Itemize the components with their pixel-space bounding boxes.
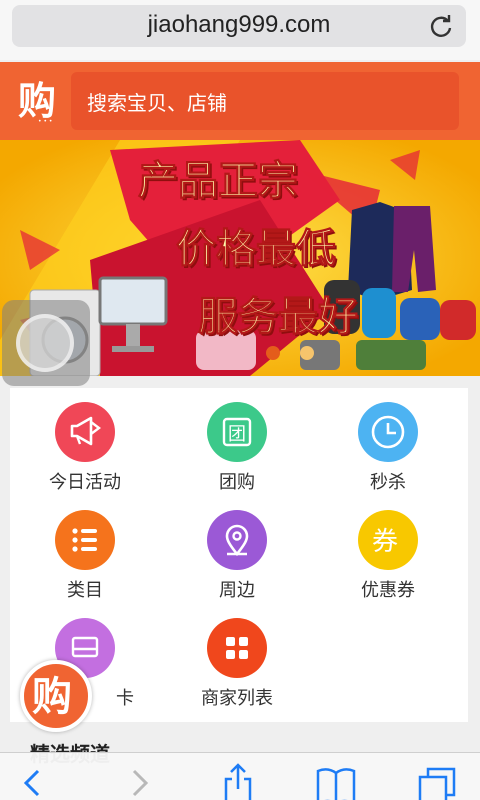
grid-icon [207,618,267,678]
forward-icon[interactable] [118,763,158,800]
menu-item-flash-sale[interactable]: 秒杀 [313,388,463,493]
banner-slogan-2: 价格最低 [176,226,337,273]
url-text[interactable]: jiaohang999.com [12,11,466,39]
menu-item-category[interactable]: 类目 [10,496,160,601]
menu-label: 类目 [67,580,103,601]
assistive-touch-button[interactable] [2,300,90,386]
assistive-touch-icon [16,314,74,372]
megaphone-icon [55,402,115,462]
coupon-icon: 券 [358,510,418,570]
svg-text:购: 购 [32,674,72,720]
clock-icon [358,402,418,462]
menu-item-today-activity[interactable]: 今日活动 [10,388,160,493]
screen: jiaohang999.com 购 • • • 搜索宝贝、店铺 产品正宗 价格最… [0,0,480,800]
group-buy-icon: 团 [207,402,267,462]
list-icon [55,510,115,570]
back-icon[interactable] [14,763,54,800]
shop-logo-icon[interactable]: 购 • • • [16,76,64,124]
browser-toolbar [0,752,480,800]
menu-item-coupon[interactable]: 券 优惠券 [313,496,463,601]
menu-item-nearby[interactable]: 周边 [162,496,312,601]
svg-text:券: 券 [372,527,398,557]
svg-text:购: 购 [18,79,56,123]
banner-slogan-3: 服务最好 [198,294,359,341]
search-placeholder: 搜索宝贝、店铺 [87,91,227,115]
menu-item-group-buy[interactable]: 团 团购 [162,388,312,493]
search-bar[interactable]: 搜索宝贝、店铺 [71,72,459,130]
carousel-dot[interactable] [300,346,314,360]
carousel-dot-active[interactable] [266,346,280,360]
svg-text:团: 团 [228,424,246,445]
menu-label: 周边 [219,580,255,601]
menu-label: 商家列表 [201,688,273,709]
address-bar[interactable]: jiaohang999.com [12,5,466,47]
tabs-icon[interactable] [418,763,458,800]
site-header: 购 • • • 搜索宝贝、店铺 [0,62,480,140]
reload-icon[interactable] [428,13,454,39]
menu-label: 团购 [219,472,255,493]
shop-logo-icon: 购 [32,674,72,720]
location-icon [207,510,267,570]
browser-top-bar: jiaohang999.com [0,0,480,60]
floating-shop-button[interactable]: 购 [20,660,92,732]
menu-label: 优惠券 [361,580,415,601]
bookmarks-icon[interactable] [316,763,356,800]
share-icon[interactable] [218,763,258,800]
menu-item-merchant-list[interactable]: 商家列表 [162,604,312,709]
menu-label: 秒杀 [370,472,406,493]
svg-text:• • •: • • • [38,118,52,124]
banner-slogan-1: 产品正宗 [138,158,299,205]
menu-label: 今日活动 [49,472,121,493]
